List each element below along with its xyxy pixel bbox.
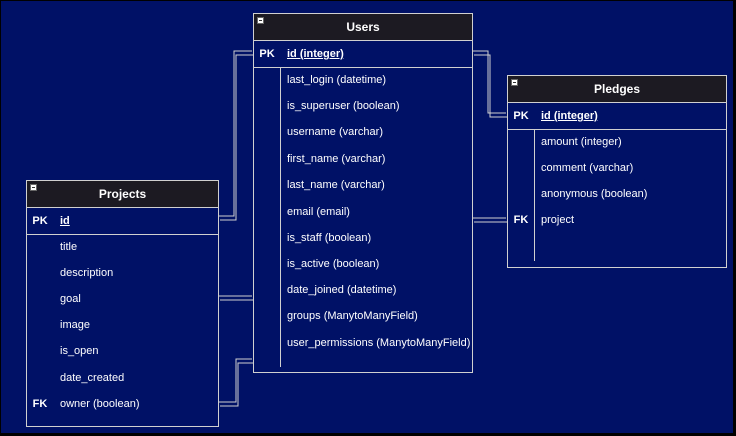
primary-key-marker: PK [32,215,48,227]
diagram-canvas: Users PK id (integer) last_login (dateti… [0,0,734,434]
users-field[interactable]: email (email) [287,199,350,225]
users-pk-row[interactable]: PK id (integer) [254,41,472,68]
users-field[interactable]: last_name (varchar) [287,172,385,198]
pledges-pk-row[interactable]: PK id (integer) [508,103,726,130]
users-pledges-link [474,54,508,118]
pledges-entity-header: Pledges [508,76,726,103]
users-pledges-link [472,50,506,114]
projects-field-owner[interactable]: owner (boolean) [60,391,140,417]
projects-entity[interactable]: Projects PK id title description goal im… [26,180,219,427]
projects-pk-field: id [60,215,70,227]
users-field[interactable]: groups (ManytoManyField) [287,303,418,329]
projects-field[interactable]: goal [60,286,81,312]
foreign-key-marker: FK [513,214,529,226]
collapse-icon[interactable] [30,184,37,191]
users-field[interactable]: user_permissions (ManytoManyField) [287,330,470,356]
users-projects-id-link [220,54,254,221]
users-projects-owner-link [218,358,252,403]
projects-field[interactable]: is_open [60,338,99,364]
key-column-divider [280,67,281,367]
pledges-field[interactable]: amount (integer) [541,129,622,155]
users-field[interactable]: is_staff (boolean) [287,225,371,251]
pledges-entity-title: Pledges [593,82,641,96]
users-projects-owner-link [220,362,254,407]
users-field[interactable]: is_active (boolean) [287,251,379,277]
pledges-field-project[interactable]: project [541,207,574,233]
pledges-field[interactable]: comment (varchar) [541,155,633,181]
projects-pk-row[interactable]: PK id [27,208,218,235]
collapse-icon[interactable] [511,79,518,86]
users-entity-header: Users [254,14,472,41]
primary-key-marker: PK [259,48,275,60]
foreign-key-marker: FK [32,398,48,410]
users-field[interactable]: date_joined (datetime) [287,277,396,303]
users-field[interactable]: first_name (varchar) [287,146,385,172]
key-column-divider [534,129,535,261]
projects-field[interactable]: image [60,312,90,338]
collapse-icon[interactable] [257,17,264,24]
projects-field[interactable]: date_created [60,365,124,391]
users-projects-id-link [218,50,252,217]
users-field[interactable]: last_login (datetime) [287,67,386,93]
users-field[interactable]: username (varchar) [287,119,383,145]
projects-field[interactable]: description [60,260,113,286]
projects-entity-title: Projects [98,187,147,201]
projects-entity-header: Projects [27,181,218,208]
primary-key-marker: PK [513,110,529,122]
pledges-pk-field: id (integer) [541,110,598,122]
users-field[interactable]: is_superuser (boolean) [287,93,400,119]
pledges-field[interactable]: anonymous (boolean) [541,181,647,207]
users-entity[interactable]: Users PK id (integer) last_login (dateti… [253,13,473,373]
pledges-entity[interactable]: Pledges PK id (integer) amount (integer)… [507,75,727,268]
users-entity-title: Users [346,20,380,34]
projects-field[interactable]: title [60,234,77,260]
users-pk-field: id (integer) [287,48,344,60]
